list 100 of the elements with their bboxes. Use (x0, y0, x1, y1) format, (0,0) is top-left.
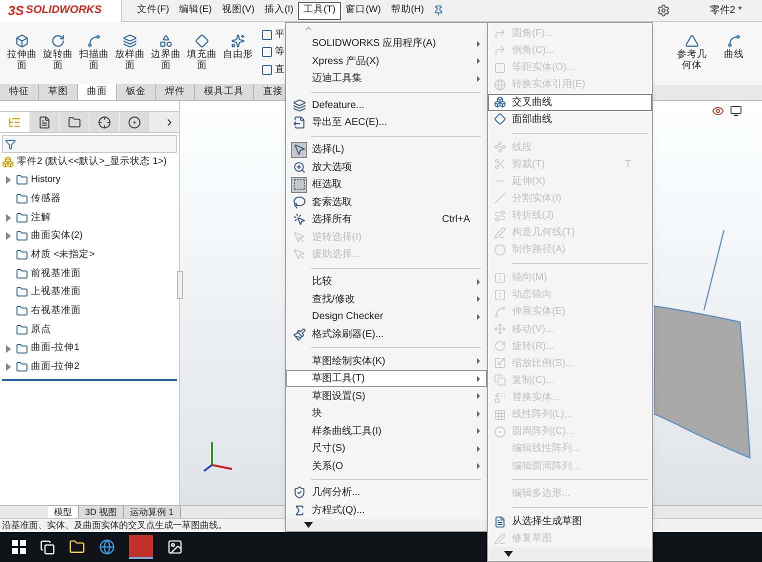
app-logo[interactable]: 3SSOLIDWORKS (0, 0, 122, 22)
status-text: 沿基准面、实体、及曲面实体的交叉点生成一草图曲线。 (2, 518, 227, 532)
menu-item[interactable]: 关系(O (286, 457, 487, 475)
menu-bar-item[interactable]: 视图(V) (216, 2, 260, 20)
task-view-icon[interactable] (40, 540, 55, 554)
folder-icon[interactable] (69, 539, 85, 555)
menu-item[interactable]: 选择(L) (286, 141, 487, 159)
menu-item-label: 框选取 (311, 178, 343, 192)
menu-item[interactable]: Design Checker (286, 308, 487, 326)
toolbar-button[interactable]: 填充曲面 (184, 34, 220, 71)
menu-item[interactable]: 尺寸(S) (286, 440, 487, 458)
expand-arrow-icon[interactable] (6, 214, 10, 222)
menu-item[interactable]: 几何分析... (286, 484, 487, 502)
menu-item[interactable]: 面部曲线 (488, 110, 652, 128)
menu-item[interactable]: 框选取 (286, 176, 487, 194)
tree-item[interactable]: History (0, 171, 179, 190)
menu-item[interactable]: 比较 (286, 272, 487, 290)
pin-icon[interactable] (433, 5, 444, 16)
tree-root[interactable]: 零件2 (默认<<默认>_显示状态 1>) (0, 153, 179, 171)
command-tab[interactable]: 曲面 (78, 84, 117, 100)
command-tab[interactable]: 焊件 (156, 84, 195, 100)
command-tab[interactable]: 草图 (39, 84, 78, 100)
toolbar-button[interactable]: 拉伸曲面 (4, 34, 40, 71)
expand-arrow-icon[interactable] (6, 176, 10, 184)
menu-item[interactable]: 块 (286, 404, 487, 422)
tree-item[interactable]: 原点 (0, 320, 179, 340)
menu-item[interactable]: 格式涂刷器(E)... (286, 325, 487, 343)
toolbar-button[interactable]: 平 (261, 28, 285, 42)
menu-item-label: 查找/修改 (311, 292, 356, 307)
toolbar-button[interactable]: 曲线 (716, 34, 752, 60)
menu-bar-item[interactable]: 窗口(W) (340, 2, 386, 20)
toolbar-button[interactable]: 直 (261, 62, 285, 77)
plane-icon (261, 29, 273, 42)
tree-item-label: 注解 (31, 210, 51, 225)
settings-icon[interactable] (656, 4, 670, 17)
menu-item[interactable]: 草图设置(S) (286, 387, 487, 405)
menu-bar-item[interactable]: 帮助(H) (386, 2, 430, 20)
tree-item[interactable]: 上视基准面 (0, 283, 179, 302)
filter-field[interactable] (2, 135, 177, 153)
toolbar-button[interactable]: 放样曲面 (112, 34, 148, 71)
tree-item-label: 右视基准面 (31, 304, 81, 318)
expand-arrow-icon[interactable] (6, 363, 10, 372)
monitor-icon[interactable] (730, 105, 742, 117)
tree-item[interactable]: 前视基准面 (0, 264, 179, 284)
tree-item[interactable]: 曲面-拉伸1 (0, 339, 179, 358)
tree-item-label: 前视基准面 (31, 266, 81, 281)
tree-item[interactable]: 右视基准面 (0, 302, 179, 320)
menu-item[interactable]: 查找/修改 (286, 290, 487, 308)
menu-item[interactable]: 交叉曲线 (488, 94, 652, 111)
toolbar-button[interactable]: 边界曲面 (148, 34, 184, 71)
panel-tab[interactable] (90, 112, 119, 132)
expand-arrow-icon[interactable] (6, 344, 10, 353)
panel-tab[interactable] (60, 112, 89, 132)
browser-icon[interactable] (99, 539, 115, 555)
tree-item[interactable]: 曲面-拉伸2 (0, 358, 179, 377)
scroll-down-icon[interactable] (304, 522, 313, 528)
menu-item[interactable]: 导出至 AEC(E)... (286, 114, 487, 132)
bottom-tab[interactable]: 3D 视图 (79, 506, 124, 518)
command-tab[interactable]: 特征 (0, 84, 39, 100)
expand-arrow-icon[interactable] (6, 232, 10, 240)
menu-item[interactable]: 套索选取 (286, 194, 487, 212)
mirror-icon (494, 288, 506, 301)
menu-item[interactable]: 选择所有 Ctrl+A (286, 211, 487, 229)
bottom-tab[interactable]: 模型 (48, 506, 79, 518)
panel-tab[interactable] (30, 112, 59, 132)
menu-item[interactable]: 方程式(Q)... (286, 502, 487, 520)
toolbar-button[interactable]: 等 (261, 45, 285, 60)
menu-bar-item[interactable]: 插入(I) (259, 2, 298, 20)
bottom-tab[interactable]: 运动算例 1 (124, 506, 181, 518)
tree-item[interactable]: 材质 <未指定> (0, 246, 179, 264)
toolbar-button[interactable]: 自由形 (220, 34, 256, 60)
menu-item[interactable]: 样条曲线工具(I) (286, 422, 487, 440)
windows-start-icon[interactable] (12, 540, 26, 554)
menu-item[interactable]: Xpress 产品(X) (286, 52, 487, 70)
menu-item[interactable]: 从选择生成草图 (488, 513, 652, 530)
menu-item[interactable]: 草图工具(T) (286, 370, 487, 388)
menu-item-label: 从选择生成草图 (511, 514, 583, 530)
toolbar-button[interactable]: 参考几何体 (674, 34, 710, 71)
tree-item[interactable]: 传感器 (0, 190, 179, 208)
menu-bar-item[interactable]: 编辑(E) (174, 2, 217, 20)
command-tab[interactable]: 钣金 (117, 84, 156, 100)
brush-icon (292, 328, 306, 341)
panel-resize-handle[interactable] (177, 271, 183, 299)
command-tab[interactable]: 模具工具 (195, 84, 254, 100)
menu-item-label: 格式涂刷器(E)... (311, 328, 385, 342)
tree-item[interactable]: 曲面实体(2) (0, 227, 179, 246)
toolbar-button[interactable]: 扫描曲面 (76, 34, 112, 71)
menu-item[interactable]: SOLIDWORKS 应用程序(A) (286, 34, 487, 52)
menu-bar-item[interactable]: 文件(F) (132, 2, 174, 20)
menu-item-label: 套索选取 (311, 196, 353, 210)
menu-item-label: 比较 (311, 274, 333, 290)
pointer-icon (292, 213, 306, 226)
menu-item[interactable]: 放大选项 (286, 158, 487, 176)
menu-item[interactable]: 草图绘制实体(K) (286, 352, 487, 370)
panel-tab[interactable] (120, 112, 149, 132)
view-icon[interactable] (712, 105, 724, 117)
scroll-down-icon[interactable] (504, 551, 513, 558)
toolbar-button[interactable]: 旋转曲面 (40, 34, 76, 71)
tree-item[interactable]: 注解 (0, 208, 179, 228)
menu-bar-item[interactable]: 工具(T) (298, 2, 341, 20)
